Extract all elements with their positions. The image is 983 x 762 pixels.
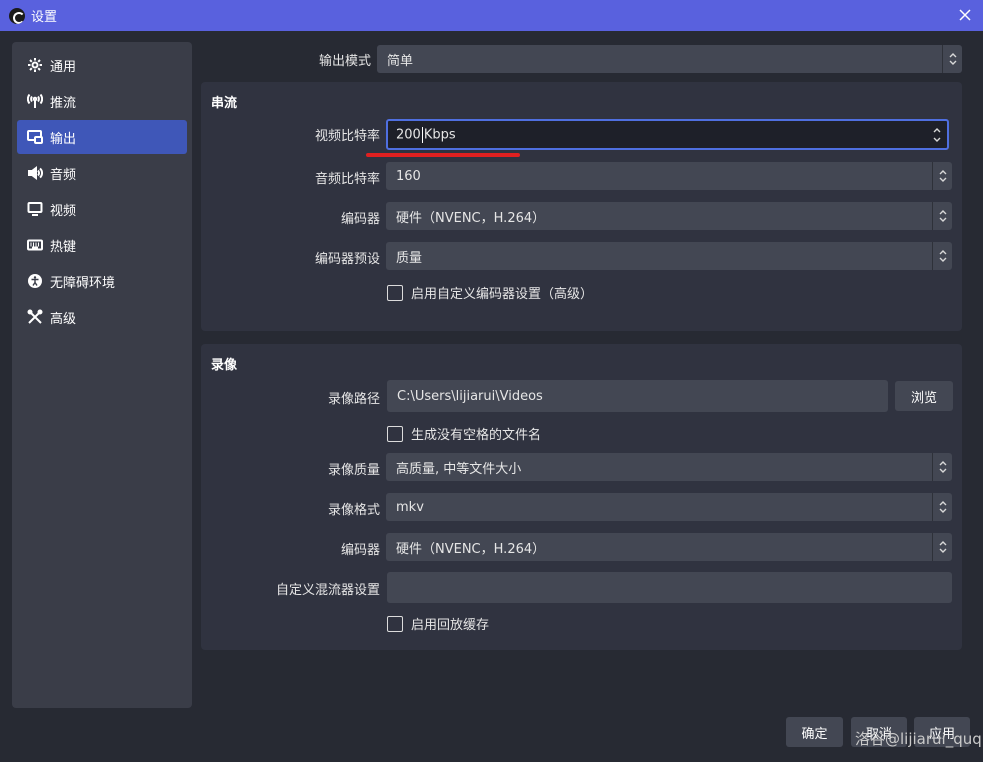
- updown-chevron-icon: [932, 162, 952, 190]
- sidebar-item-label: 输出: [50, 131, 77, 147]
- audio-bitrate-select[interactable]: 160: [386, 162, 952, 190]
- updown-chevron-icon: [932, 242, 952, 270]
- audio-bitrate-value: 160: [396, 168, 421, 184]
- video-bitrate-label: 视频比特率: [314, 129, 380, 144]
- custom-encoder-checkbox-row[interactable]: 启用自定义编码器设置（高级）: [387, 283, 593, 302]
- updown-chevron-icon: [932, 202, 952, 230]
- muxer-settings-input[interactable]: [387, 572, 952, 603]
- sidebar-item-accessibility[interactable]: 无障碍环境: [17, 264, 187, 298]
- muxer-settings-label: 自定义混流器设置: [275, 583, 380, 598]
- replay-buffer-checkbox-row[interactable]: 启用回放缓存: [387, 614, 489, 633]
- output-icon: [26, 128, 44, 146]
- custom-encoder-label: 启用自定义编码器设置（高级）: [411, 287, 594, 302]
- accessibility-icon: [26, 272, 44, 290]
- updown-chevron-icon: [932, 493, 952, 521]
- replay-buffer-checkbox[interactable]: [387, 615, 403, 632]
- sidebar-item-general[interactable]: 通用: [17, 48, 187, 82]
- sidebar-item-label: 推流: [50, 95, 77, 111]
- encoder-preset-select[interactable]: 质量: [386, 242, 952, 270]
- output-mode-label: 输出模式: [318, 54, 371, 69]
- close-icon: [959, 9, 971, 21]
- custom-encoder-checkbox[interactable]: [387, 284, 403, 301]
- speaker-icon: [26, 164, 44, 182]
- no-space-filename-label: 生成没有空格的文件名: [411, 428, 542, 443]
- recording-group-title: 录像: [211, 358, 238, 373]
- updown-chevron-icon: [932, 533, 952, 561]
- output-mode-value: 简单: [387, 53, 414, 69]
- sidebar-item-output[interactable]: 输出: [17, 120, 187, 154]
- sidebar-item-label: 音频: [50, 167, 77, 183]
- recording-format-value: mkv: [396, 499, 424, 515]
- recording-quality-value: 高质量, 中等文件大小: [396, 461, 522, 477]
- recording-encoder-value: 硬件（NVENC，H.264）: [396, 541, 546, 557]
- streaming-group-title: 串流: [211, 96, 238, 111]
- updown-chevron-icon: [942, 45, 962, 73]
- recording-encoder-select[interactable]: 硬件（NVENC，H.264）: [386, 533, 952, 561]
- sidebar-item-label: 通用: [50, 59, 77, 75]
- output-mode-select[interactable]: 简单: [377, 45, 962, 73]
- watermark-text: 洛谷@lijiarui_quq: [855, 730, 982, 748]
- sidebar-item-label: 无障碍环境: [50, 275, 116, 291]
- encoder-preset-label: 编码器预设: [314, 252, 380, 267]
- video-bitrate-value: 200 Kbps: [396, 126, 456, 143]
- red-annotation-underline: [366, 153, 520, 157]
- recording-quality-select[interactable]: 高质量, 中等文件大小: [386, 453, 952, 481]
- stream-encoder-select[interactable]: 硬件（NVENC，H.264）: [386, 202, 952, 230]
- sidebar-item-label: 热键: [50, 239, 77, 255]
- video-bitrate-spinbox[interactable]: 200 Kbps: [386, 119, 949, 150]
- gear-icon: [26, 56, 44, 74]
- browse-button[interactable]: 浏览: [895, 381, 953, 411]
- replay-buffer-label: 启用回放缓存: [411, 618, 490, 633]
- sidebar-item-label: 高级: [50, 311, 77, 327]
- recording-path-label: 录像路径: [327, 392, 380, 407]
- sidebar-item-video[interactable]: 视频: [17, 192, 187, 226]
- recording-encoder-label: 编码器: [340, 543, 380, 558]
- recording-path-input[interactable]: C:\Users\lijiarui\Videos: [387, 380, 888, 412]
- stream-encoder-value: 硬件（NVENC，H.264）: [396, 210, 546, 226]
- sidebar-item-stream[interactable]: 推流: [17, 84, 187, 118]
- obs-logo-icon: [9, 7, 25, 24]
- monitor-icon: [26, 200, 44, 218]
- window-title: 设置: [31, 10, 58, 25]
- audio-bitrate-label: 音频比特率: [314, 172, 380, 187]
- recording-format-select[interactable]: mkv: [386, 493, 952, 521]
- recording-quality-label: 录像质量: [327, 463, 380, 478]
- no-space-filename-checkbox[interactable]: [387, 425, 403, 442]
- sidebar-item-hotkeys[interactable]: 热键: [17, 228, 187, 262]
- stream-encoder-label: 编码器: [340, 212, 380, 227]
- spin-arrows-icon[interactable]: [927, 121, 947, 148]
- encoder-preset-value: 质量: [396, 250, 423, 266]
- sidebar-item-audio[interactable]: 音频: [17, 156, 187, 190]
- updown-chevron-icon: [932, 453, 952, 481]
- settings-sidebar: 通用 推流 输出 音频 视频 热键 无障碍环境 高级: [12, 42, 192, 708]
- sidebar-item-advanced[interactable]: 高级: [17, 300, 187, 334]
- sidebar-item-label: 视频: [50, 203, 77, 219]
- ok-button[interactable]: 确定: [786, 717, 843, 747]
- title-bar: 设置: [0, 0, 983, 31]
- keyboard-icon: [26, 236, 44, 254]
- recording-path-value: C:\Users\lijiarui\Videos: [397, 388, 543, 404]
- wrench-icon: [26, 308, 44, 326]
- antenna-icon: [26, 92, 44, 110]
- close-button[interactable]: [955, 5, 975, 25]
- no-space-filename-checkbox-row[interactable]: 生成没有空格的文件名: [387, 424, 541, 443]
- recording-format-label: 录像格式: [327, 503, 380, 518]
